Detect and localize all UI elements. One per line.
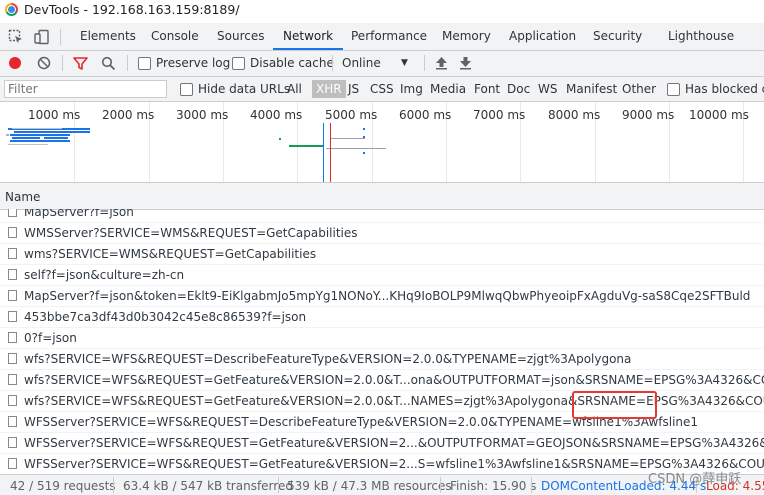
- request-name: 453bbe7ca3df43d0b3042c45e8c86539?f=json: [24, 310, 307, 324]
- file-icon: [8, 416, 17, 427]
- request-name: wfs?SERVICE=WFS&REQUEST=GetFeature&VERSI…: [24, 373, 764, 387]
- status-requests: 42 / 519 requests: [10, 479, 116, 493]
- file-icon: [8, 248, 17, 259]
- table-row[interactable]: MapServer?f=json&token=Eklt9-EiKlgabmJo5…: [0, 286, 764, 307]
- file-icon: [8, 209, 17, 217]
- import-har-icon[interactable]: [435, 56, 448, 73]
- filter-type-other[interactable]: Other: [622, 80, 656, 98]
- network-overview[interactable]: 1000 ms 2000 ms 3000 ms 4000 ms 5000 ms …: [0, 102, 764, 183]
- hide-data-urls-checkbox[interactable]: [180, 83, 193, 96]
- filter-type-doc[interactable]: Doc: [507, 80, 530, 98]
- export-har-icon[interactable]: [459, 56, 472, 73]
- status-finish: Finish: 15.90 s: [450, 479, 537, 493]
- disable-cache-checkbox[interactable]: [232, 57, 245, 70]
- throttling-select[interactable]: Online: [342, 56, 381, 70]
- request-name: MapServer?f=json&token=Eklt9-EiKlgabmJo5…: [24, 289, 751, 303]
- file-icon: [8, 437, 17, 448]
- watermark: CSDN @薛申跃: [648, 472, 742, 487]
- hide-data-urls-label: Hide data URLs: [198, 82, 291, 96]
- devtools-tabbar: Elements Console Sources Network Perform…: [0, 23, 764, 51]
- request-name: WFSServer?SERVICE=WFS&REQUEST=GetFeature…: [24, 436, 764, 450]
- record-icon[interactable]: [9, 57, 21, 69]
- filter-type-js[interactable]: JS: [348, 80, 359, 98]
- tab-elements[interactable]: Elements: [80, 23, 136, 50]
- throttling-dropdown-icon[interactable]: ▼: [401, 58, 408, 68]
- clear-icon[interactable]: [37, 56, 51, 73]
- table-row[interactable]: wfs?SERVICE=WFS&REQUEST=DescribeFeatureT…: [0, 349, 764, 370]
- table-row[interactable]: WFSServer?SERVICE=WFS&REQUEST=GetFeature…: [0, 433, 764, 454]
- request-name: self?f=json&culture=zh-cn: [24, 268, 185, 282]
- has-blocked-cookies-label: Has blocked co: [685, 82, 764, 96]
- file-icon: [8, 311, 17, 322]
- file-icon: [8, 332, 17, 343]
- request-name: MapServer?f=json: [24, 209, 134, 219]
- file-icon: [8, 227, 17, 238]
- window-title: DevTools - 192.168.163.159:8189/: [24, 2, 240, 17]
- toolbar-separator: [127, 55, 128, 71]
- filter-type-media[interactable]: Media: [430, 80, 466, 98]
- file-icon: [8, 374, 17, 385]
- overview-waterfall: [6, 123, 386, 182]
- tab-console[interactable]: Console: [151, 23, 199, 50]
- request-name: 0?f=json: [24, 331, 77, 345]
- filter-icon[interactable]: [73, 56, 88, 74]
- filter-type-all[interactable]: All: [287, 80, 302, 98]
- filter-type-img[interactable]: Img: [400, 80, 423, 98]
- request-name: wfs?SERVICE=WFS&REQUEST=DescribeFeatureT…: [24, 352, 632, 366]
- status-separator: [113, 477, 114, 493]
- tab-network[interactable]: Network: [272, 23, 344, 50]
- chrome-logo-icon: [5, 3, 18, 16]
- filter-type-css[interactable]: CSS: [370, 80, 394, 98]
- toolbar-separator: [62, 55, 63, 71]
- device-toolbar-icon[interactable]: [34, 29, 50, 48]
- tab-performance[interactable]: Performance: [351, 23, 427, 50]
- table-row[interactable]: wfs?SERVICE=WFS&REQUEST=GetFeature&VERSI…: [0, 370, 764, 391]
- request-name: wms?SERVICE=WMS&REQUEST=GetCapabilities: [24, 247, 317, 261]
- status-separator: [440, 477, 441, 493]
- column-header-name[interactable]: Name: [5, 190, 40, 204]
- file-icon: [8, 395, 17, 406]
- status-separator: [531, 477, 532, 493]
- toolbar-separator: [424, 55, 425, 71]
- table-row[interactable]: self?f=json&culture=zh-cn: [0, 265, 764, 286]
- filter-type-ws[interactable]: WS: [538, 80, 557, 98]
- tab-sources[interactable]: Sources: [217, 23, 264, 50]
- table-row[interactable]: 0?f=json: [0, 328, 764, 349]
- toolbar-separator: [332, 55, 333, 71]
- file-icon: [8, 458, 17, 469]
- status-resources: 539 kB / 47.3 MB resources: [287, 479, 452, 493]
- filter-type-font[interactable]: Font: [474, 80, 500, 98]
- search-icon[interactable]: [101, 56, 116, 74]
- network-toolbar: Preserve log Disable cache Online ▼: [0, 51, 764, 77]
- table-row[interactable]: WMSServer?SERVICE=WMS&REQUEST=GetCapabil…: [0, 223, 764, 244]
- preserve-log-checkbox[interactable]: [138, 57, 151, 70]
- requests-list: MapServer?f=json WMSServer?SERVICE=WMS&R…: [0, 209, 764, 470]
- filter-type-manifest[interactable]: Manifest: [566, 80, 617, 98]
- filter-input[interactable]: [4, 80, 167, 98]
- annotation-highlight-box: [572, 391, 657, 419]
- requests-table-header[interactable]: Name: [0, 183, 764, 210]
- tab-security[interactable]: Security: [593, 23, 642, 50]
- status-separator: [278, 477, 279, 493]
- window-titlebar: DevTools - 192.168.163.159:8189/: [0, 0, 764, 19]
- file-icon: [8, 290, 17, 301]
- filter-bar: Hide data URLs All XHR JS CSS Img Media …: [0, 77, 764, 102]
- has-blocked-cookies-checkbox[interactable]: [667, 83, 680, 96]
- request-name: WMSServer?SERVICE=WMS&REQUEST=GetCapabil…: [24, 226, 358, 240]
- inspect-element-icon[interactable]: [8, 29, 24, 48]
- status-transferred: 63.4 kB / 547 kB transferred: [123, 479, 293, 493]
- tab-application[interactable]: Application: [509, 23, 576, 50]
- file-icon: [8, 353, 17, 364]
- table-row[interactable]: 453bbe7ca3df43d0b3042c45e8c86539?f=json: [0, 307, 764, 328]
- disable-cache-label: Disable cache: [250, 56, 334, 70]
- file-icon: [8, 269, 17, 280]
- tab-memory[interactable]: Memory: [442, 23, 491, 50]
- table-row[interactable]: MapServer?f=json: [0, 209, 764, 223]
- preserve-log-label: Preserve log: [156, 56, 231, 70]
- tabbar-separator: [60, 29, 61, 45]
- filter-type-xhr[interactable]: XHR: [312, 80, 346, 98]
- table-row[interactable]: wms?SERVICE=WMS&REQUEST=GetCapabilities: [0, 244, 764, 265]
- tab-lighthouse[interactable]: Lighthouse: [668, 23, 734, 50]
